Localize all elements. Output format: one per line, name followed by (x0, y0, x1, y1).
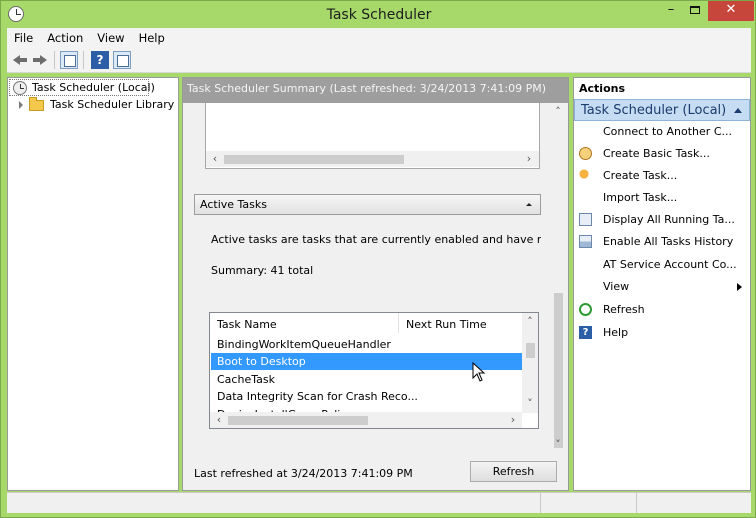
forward-button[interactable] (31, 51, 49, 69)
action-label: Enable All Tasks History (603, 235, 734, 248)
active-tasks-description: Active tasks are tasks that are currentl… (211, 233, 541, 246)
scroll-thumb[interactable] (228, 416, 368, 425)
active-tasks-summary: Summary: 41 total (211, 264, 314, 277)
forward-arrow-icon (40, 55, 47, 65)
task-scheduler-window: Task Scheduler – ✕ File Action View Help ? … (0, 0, 756, 518)
actions-title: Actions (574, 78, 750, 97)
action-label: Display All Running Ta... (603, 213, 735, 226)
create-basic-task-icon (579, 147, 592, 160)
refresh-button[interactable]: Refresh (470, 461, 557, 482)
maximize-icon (690, 6, 700, 14)
column-divider[interactable] (398, 313, 399, 333)
scroll-thumb[interactable] (224, 155, 404, 164)
scroll-up-icon[interactable]: ˄ (523, 315, 537, 329)
action-connect-to-another-computer[interactable]: Connect to Another C... (574, 122, 750, 142)
action-label: Create Basic Task... (603, 147, 710, 160)
summary-vertical-scrollbar[interactable]: ˄ ˅ (550, 103, 567, 471)
summary-footer: Last refreshed at 3/24/2013 7:41:09 PM R… (183, 448, 568, 490)
action-enable-all-tasks-history[interactable]: Enable All Tasks History (574, 232, 750, 252)
action-at-service-account[interactable]: AT Service Account Co... (574, 255, 750, 275)
window-title: Task Scheduler (326, 7, 432, 23)
table-row[interactable]: Data Integrity Scan for Crash Reco... (211, 388, 522, 405)
menu-action[interactable]: Action (40, 28, 90, 45)
action-label: AT Service Account Co... (603, 258, 737, 271)
tree-item-label: Task Scheduler Library (50, 98, 175, 111)
actions-group-label: Task Scheduler (Local) (581, 103, 727, 118)
task-list-vertical-scrollbar[interactable]: ˄ ˅ (522, 313, 538, 413)
action-label: Create Task... (603, 169, 678, 182)
expand-arrow-icon[interactable] (19, 101, 23, 109)
back-button[interactable] (11, 51, 29, 69)
action-view[interactable]: View (574, 277, 750, 297)
status-segment (540, 493, 636, 513)
action-label: Connect to Another C... (603, 125, 732, 138)
tree-item-task-scheduler-local[interactable]: Task Scheduler (Local) (9, 79, 155, 96)
column-header-next-run-time[interactable]: Next Run Time (406, 318, 487, 331)
display-running-icon (579, 213, 592, 226)
scroll-up-icon[interactable]: ˄ (551, 105, 565, 119)
active-tasks-list[interactable]: Task Name Next Run Time BindingWorkItemQ… (209, 312, 539, 429)
mouse-cursor-icon (472, 362, 486, 382)
menu-file[interactable]: File (7, 28, 40, 45)
maximize-button[interactable] (685, 1, 705, 21)
scroll-right-icon[interactable]: › (522, 152, 536, 166)
action-label: Help (603, 326, 629, 339)
active-tasks-title: Active Tasks (200, 198, 267, 211)
collapse-caret-icon[interactable] (734, 108, 742, 113)
tasks-history-icon (579, 235, 592, 248)
action-help[interactable]: ? Help (574, 323, 750, 343)
create-task-icon (579, 169, 592, 182)
refresh-icon (579, 303, 592, 316)
column-header-task-name[interactable]: Task Name (217, 318, 277, 331)
minimize-button[interactable]: – (657, 1, 685, 21)
scroll-right-icon[interactable]: › (506, 413, 520, 427)
active-tasks-header[interactable]: Active Tasks (194, 194, 541, 215)
task-list-horizontal-scrollbar[interactable]: ‹ › (210, 412, 522, 428)
actions-pane: Actions Task Scheduler (Local) Connect t… (573, 77, 751, 491)
show-hide-console-tree-button[interactable] (60, 51, 78, 69)
tree-item-label: Task Scheduler (Local) (32, 81, 155, 94)
toolbar-separator (83, 51, 84, 69)
summary-pane: Task Scheduler Summary (Last refreshed: … (182, 77, 569, 491)
status-bar (7, 492, 751, 513)
overview-box: ‹ › (205, 103, 540, 169)
clock-icon (13, 81, 27, 95)
scroll-down-icon[interactable]: ˅ (523, 397, 537, 411)
action-create-task[interactable]: Create Task... (574, 166, 750, 186)
action-create-basic-task[interactable]: Create Basic Task... (574, 144, 750, 164)
scroll-thumb[interactable] (526, 343, 535, 358)
tree-item-task-scheduler-library[interactable]: Task Scheduler Library (8, 96, 178, 113)
action-label: Refresh (603, 303, 645, 316)
actions-group-header[interactable]: Task Scheduler (Local) (574, 99, 750, 121)
status-segment (636, 493, 751, 513)
folder-icon (29, 97, 44, 111)
collapse-caret-icon[interactable] (526, 203, 532, 206)
action-label: Import Task... (603, 191, 678, 204)
action-label: View (603, 280, 630, 293)
last-refreshed-text: Last refreshed at 3/24/2013 7:41:09 PM (194, 467, 413, 480)
help-icon-button[interactable]: ? (91, 51, 109, 69)
overview-horizontal-scrollbar[interactable]: ‹ › (206, 151, 539, 167)
back-arrow-icon (13, 55, 20, 65)
title-bar[interactable]: Task Scheduler – ✕ (1, 1, 756, 29)
action-import-task[interactable]: Import Task... (574, 188, 750, 208)
help-icon: ? (579, 326, 592, 339)
action-display-all-running-tasks[interactable]: Display All Running Ta... (574, 210, 750, 230)
show-hide-action-pane-button[interactable] (113, 51, 131, 69)
console-tree: Task Scheduler (Local) Task Scheduler Li… (7, 77, 179, 491)
summary-header: Task Scheduler Summary (Last refreshed: … (183, 78, 568, 103)
toolbar: ? (7, 48, 751, 73)
menu-help[interactable]: Help (132, 28, 172, 45)
toolbar-separator (54, 51, 55, 69)
submenu-arrow-icon (737, 283, 742, 291)
scroll-left-icon[interactable]: ‹ (208, 152, 222, 166)
scroll-left-icon[interactable]: ‹ (212, 413, 226, 427)
summary-scroll-area: ‹ › Active Tasks Active tasks are tasks … (183, 103, 568, 490)
action-refresh[interactable]: Refresh (574, 300, 750, 320)
menu-view[interactable]: View (90, 28, 131, 45)
menu-bar: File Action View Help (7, 28, 751, 48)
table-row[interactable]: BindingWorkItemQueueHandler (211, 336, 522, 353)
close-button[interactable]: ✕ (708, 1, 754, 21)
